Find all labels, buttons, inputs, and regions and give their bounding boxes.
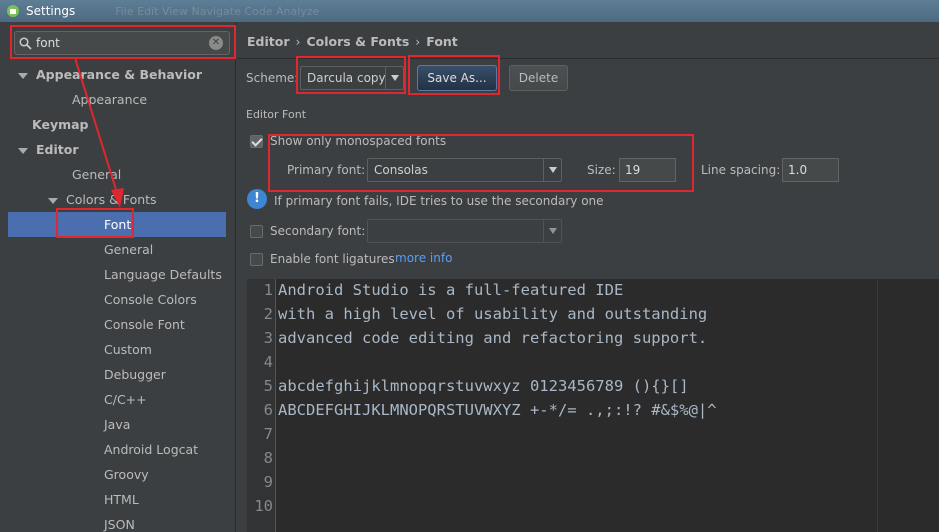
annotation-arrow [74, 57, 124, 208]
